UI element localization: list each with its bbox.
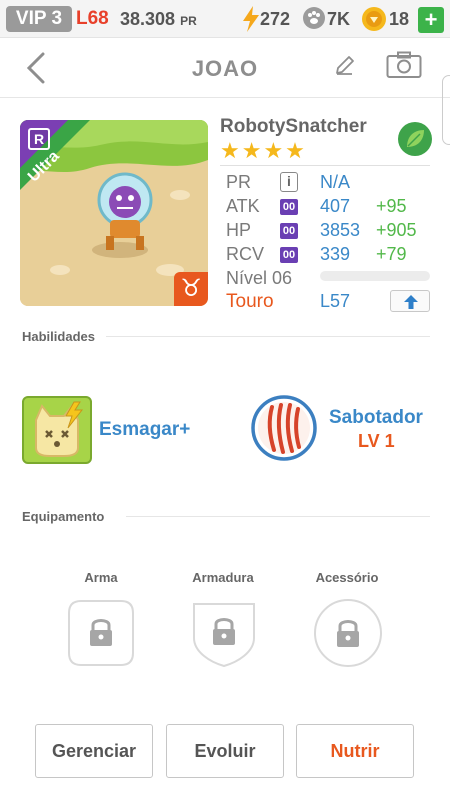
armor-label: Armadura xyxy=(192,570,254,585)
lightning-icon xyxy=(243,6,259,32)
accessory-label: Acessório xyxy=(315,570,379,585)
pr-value: N/A xyxy=(320,172,351,192)
vip-badge[interactable]: VIP 3 xyxy=(6,6,72,32)
hp-plus-badge: 00 xyxy=(280,223,298,239)
status-bar: VIP 3 L68 38.308 PR 272 7K 18 + xyxy=(0,0,450,38)
weapon-label: Arma xyxy=(84,570,118,585)
camera-icon[interactable] xyxy=(386,51,422,79)
zodiac-name: Touro xyxy=(226,291,274,312)
player-level: L68 xyxy=(76,8,109,29)
skill-name-sabotador[interactable]: Sabotador xyxy=(329,407,423,429)
paw-icon xyxy=(303,7,325,29)
smash-skill-icon[interactable] xyxy=(22,396,92,464)
rcv-plus-badge: 00 xyxy=(280,247,298,263)
player-pr-value: 38.308 xyxy=(120,9,176,29)
level-up-button[interactable] xyxy=(390,290,430,312)
rcv-bonus: +79 xyxy=(376,244,407,264)
atk-bonus: +95 xyxy=(376,196,407,216)
arrow-up-icon xyxy=(404,295,418,309)
cat-face-icon xyxy=(35,401,84,457)
hp-label: HP xyxy=(226,220,252,240)
skills-divider xyxy=(106,336,430,337)
monster-portrait[interactable]: R Ultra ♉ xyxy=(20,120,208,306)
atk-label: ATK xyxy=(226,196,260,216)
skills-section-title: Habilidades xyxy=(22,329,95,344)
hp-bonus: +905 xyxy=(376,220,417,240)
page-header: JOAO xyxy=(0,38,450,98)
player-pr-unit: PR xyxy=(180,14,197,28)
pr-label: PR xyxy=(226,172,252,192)
manage-button[interactable]: Gerenciar xyxy=(35,724,153,778)
coin-icon xyxy=(362,7,386,31)
paw-count: 7K xyxy=(327,9,351,29)
add-coins-button[interactable]: + xyxy=(418,7,444,33)
equipment-section-title: Equipamento xyxy=(22,509,105,524)
taurus-icon: ♉ xyxy=(174,272,208,306)
atk-value: 407 xyxy=(320,196,351,216)
atk-plus-badge: 00 xyxy=(280,199,298,215)
name-divider xyxy=(220,165,430,166)
info-icon[interactable]: i xyxy=(280,172,298,192)
level-label: Nível 06 xyxy=(226,268,293,288)
player-pr: 38.308 PR xyxy=(120,9,197,30)
leaf-icon xyxy=(398,122,432,156)
monster-name: RobotySnatcher xyxy=(220,116,367,137)
side-drawer-handle[interactable] xyxy=(442,75,450,145)
claw-skill-icon[interactable] xyxy=(251,395,317,461)
star-rating: ★★★★ xyxy=(220,138,307,163)
skill-name-esmagar[interactable]: Esmagar+ xyxy=(99,419,190,441)
accessory-slot[interactable] xyxy=(313,598,383,668)
feed-button[interactable]: Nutrir xyxy=(296,724,414,778)
weapon-slot[interactable] xyxy=(67,599,135,667)
skill-level: LV 1 xyxy=(358,431,395,451)
rcv-label: RCV xyxy=(226,244,265,264)
level-progress-bar xyxy=(320,271,430,281)
energy-count: 272 xyxy=(260,9,291,29)
pencil-icon[interactable] xyxy=(334,55,356,77)
equipment-divider xyxy=(126,516,430,517)
evolve-button[interactable]: Evoluir xyxy=(166,724,284,778)
page-title: JOAO xyxy=(191,56,259,81)
rank-icon: R xyxy=(28,128,50,150)
hp-value: 3853 xyxy=(320,220,361,240)
rcv-value: 339 xyxy=(320,244,351,264)
armor-slot[interactable] xyxy=(190,598,258,668)
coin-count: 18 xyxy=(389,9,410,29)
max-level: L57 xyxy=(320,291,351,311)
